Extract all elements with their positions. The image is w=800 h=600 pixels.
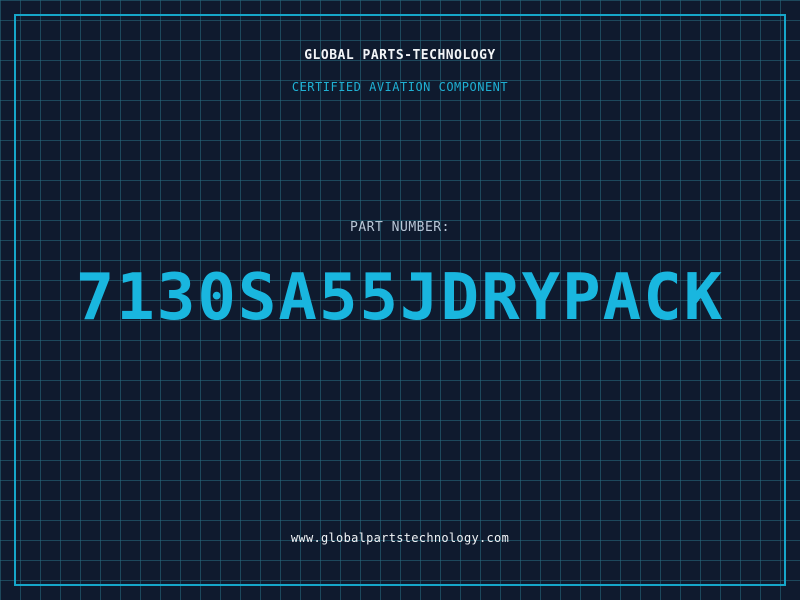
part-number-value: 7130SA55JDRYPACK <box>75 261 725 335</box>
certification-tagline: CERTIFIED AVIATION COMPONENT <box>291 80 509 94</box>
part-number-label: PART NUMBER: <box>350 220 450 235</box>
part-label-card: GLOBAL PARTS-TECHNOLOGY CERTIFIED AVIATI… <box>0 0 800 600</box>
company-name: GLOBAL PARTS-TECHNOLOGY <box>304 48 496 63</box>
website-url: www.globalpartstechnology.com <box>290 531 510 545</box>
